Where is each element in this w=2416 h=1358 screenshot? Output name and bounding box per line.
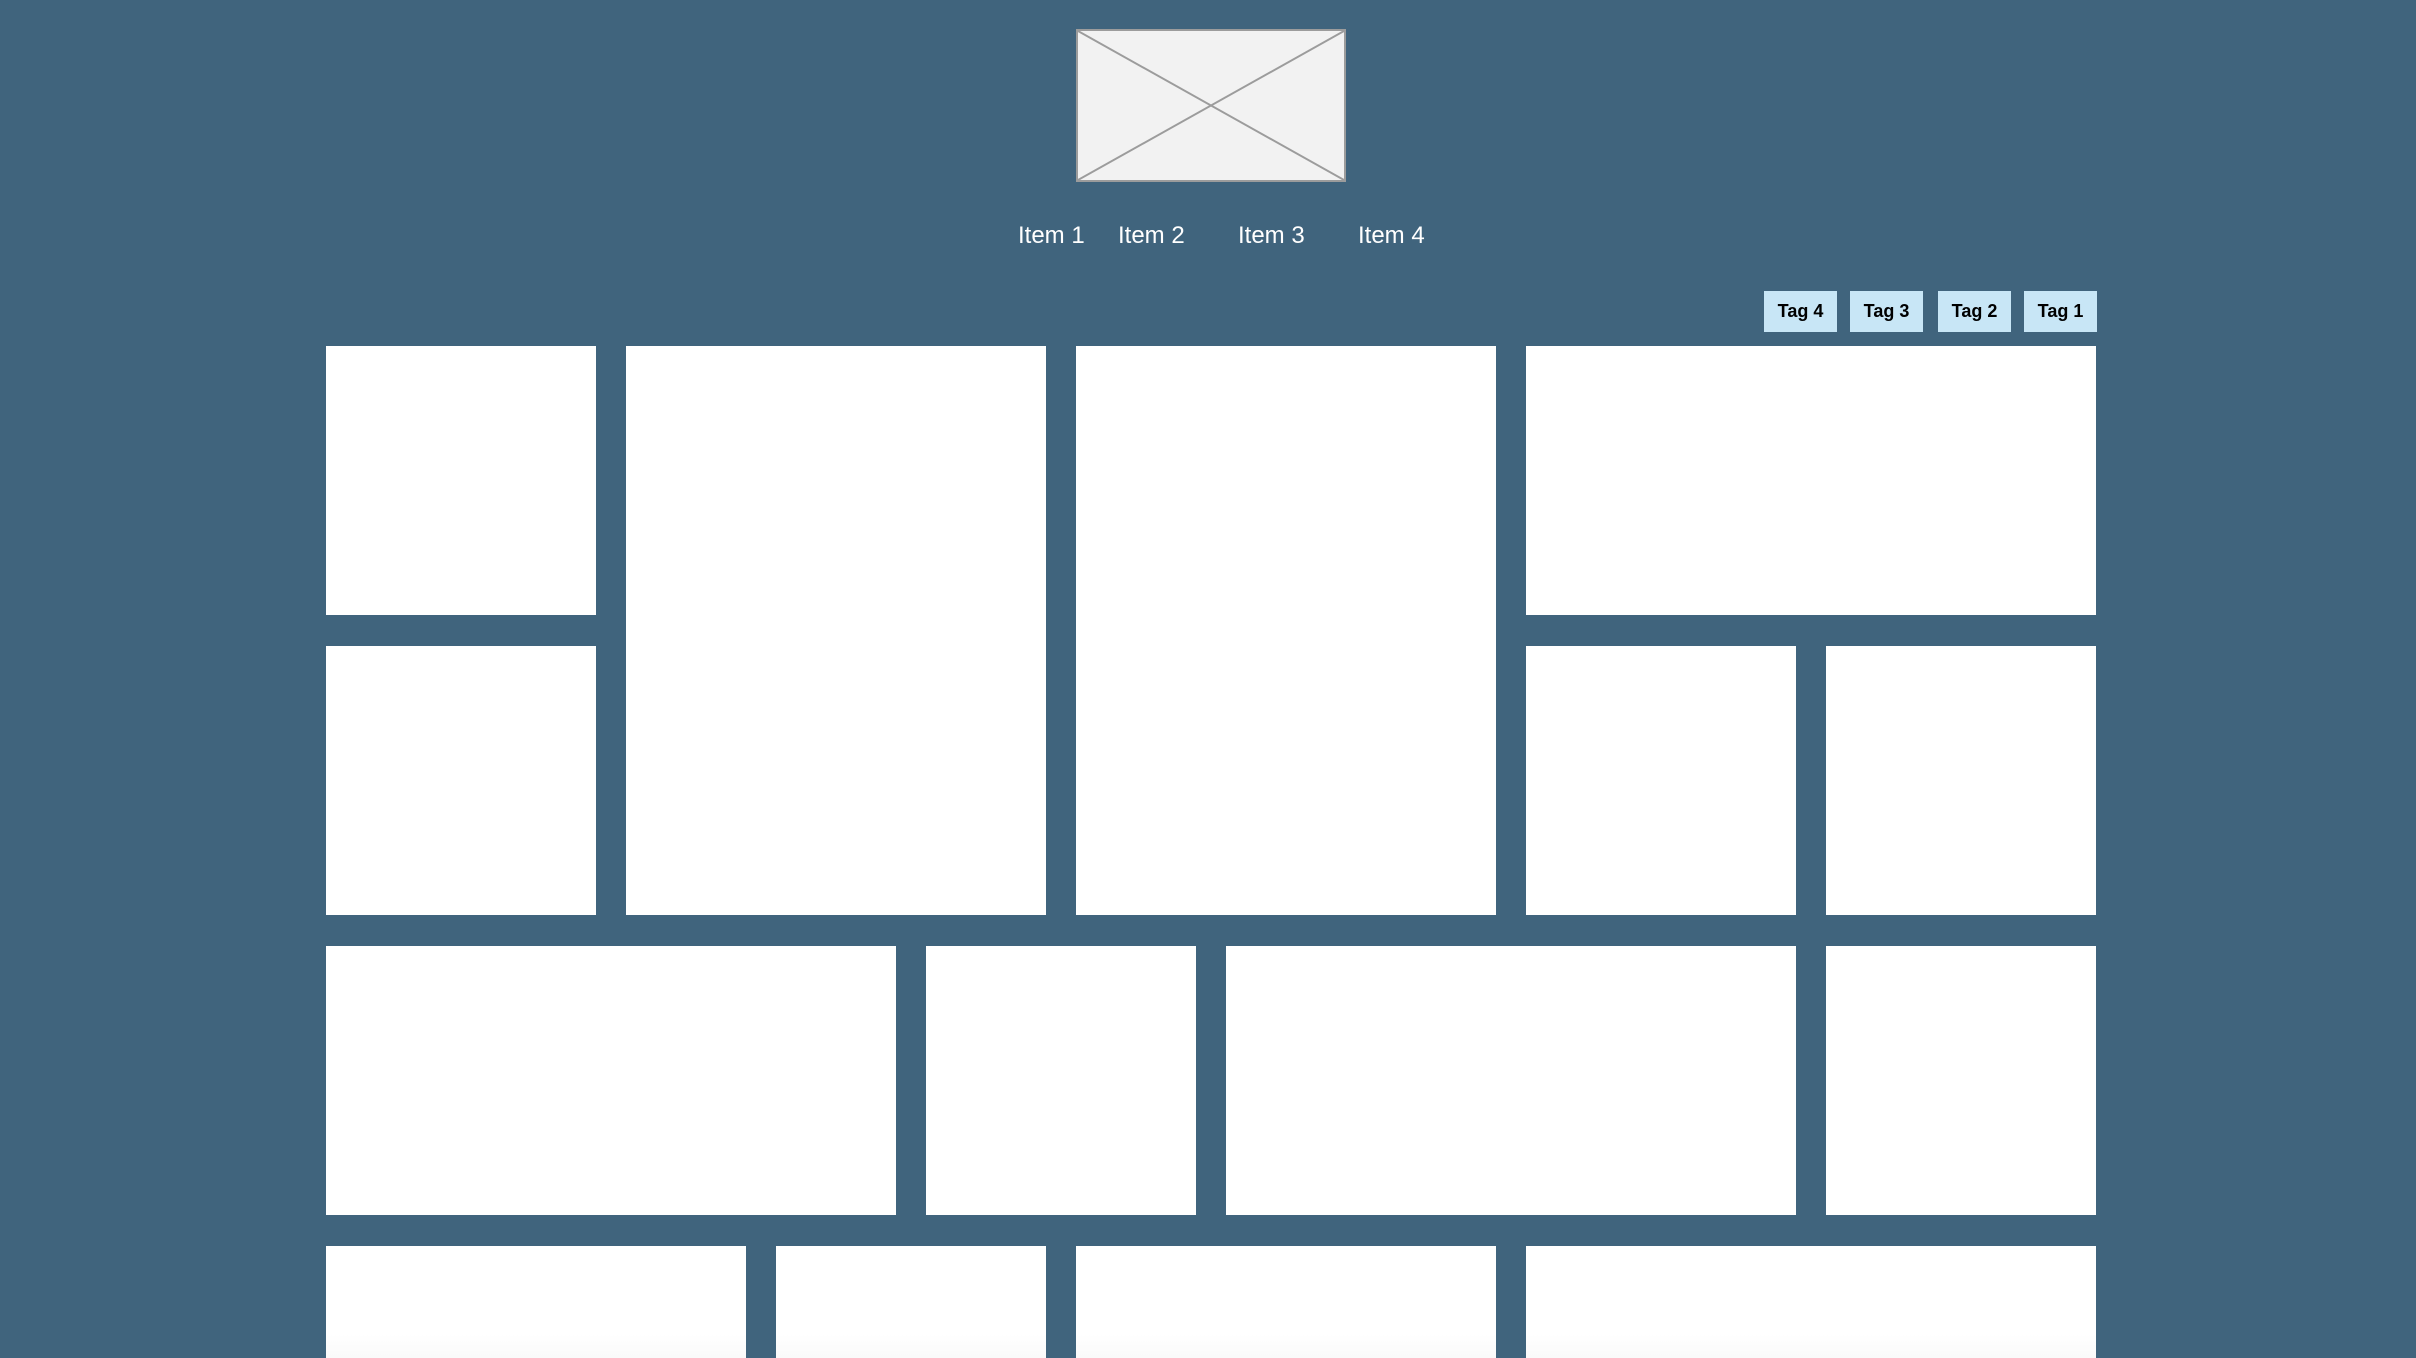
grid-tile-14[interactable]	[1076, 1246, 1496, 1358]
tag-filter-4[interactable]: Tag 4	[1764, 291, 1837, 332]
grid-tile-1[interactable]	[326, 346, 596, 615]
nav-item-2[interactable]: Item 2	[1118, 219, 1185, 253]
grid-tile-3[interactable]	[1076, 346, 1496, 915]
logo-image-placeholder	[1076, 29, 1346, 182]
grid-tile-5[interactable]	[326, 646, 596, 915]
grid-tile-2[interactable]	[626, 346, 1046, 915]
image-placeholder-icon	[1078, 31, 1344, 180]
grid-tile-8[interactable]	[326, 946, 896, 1215]
nav-item-1[interactable]: Item 1	[1018, 219, 1085, 253]
grid-tile-10[interactable]	[1226, 946, 1796, 1215]
grid-tile-12[interactable]	[326, 1246, 746, 1358]
tag-filter-2[interactable]: Tag 2	[1938, 291, 2011, 332]
tile-fade	[1526, 1334, 2096, 1358]
tile-fade	[1076, 1334, 1496, 1358]
tile-fade	[326, 1334, 746, 1358]
tag-filter-3[interactable]: Tag 3	[1850, 291, 1923, 332]
tile-fade	[776, 1334, 1046, 1358]
nav-item-3[interactable]: Item 3	[1238, 219, 1305, 253]
grid-tile-7[interactable]	[1826, 646, 2096, 915]
grid-tile-6[interactable]	[1526, 646, 1796, 915]
grid-tile-4[interactable]	[1526, 346, 2096, 615]
grid-tile-15[interactable]	[1526, 1246, 2096, 1358]
grid-tile-11[interactable]	[1826, 946, 2096, 1215]
grid-tile-9[interactable]	[926, 946, 1196, 1215]
nav-item-4[interactable]: Item 4	[1358, 219, 1425, 253]
tag-filter-1[interactable]: Tag 1	[2024, 291, 2097, 332]
grid-tile-13[interactable]	[776, 1246, 1046, 1358]
